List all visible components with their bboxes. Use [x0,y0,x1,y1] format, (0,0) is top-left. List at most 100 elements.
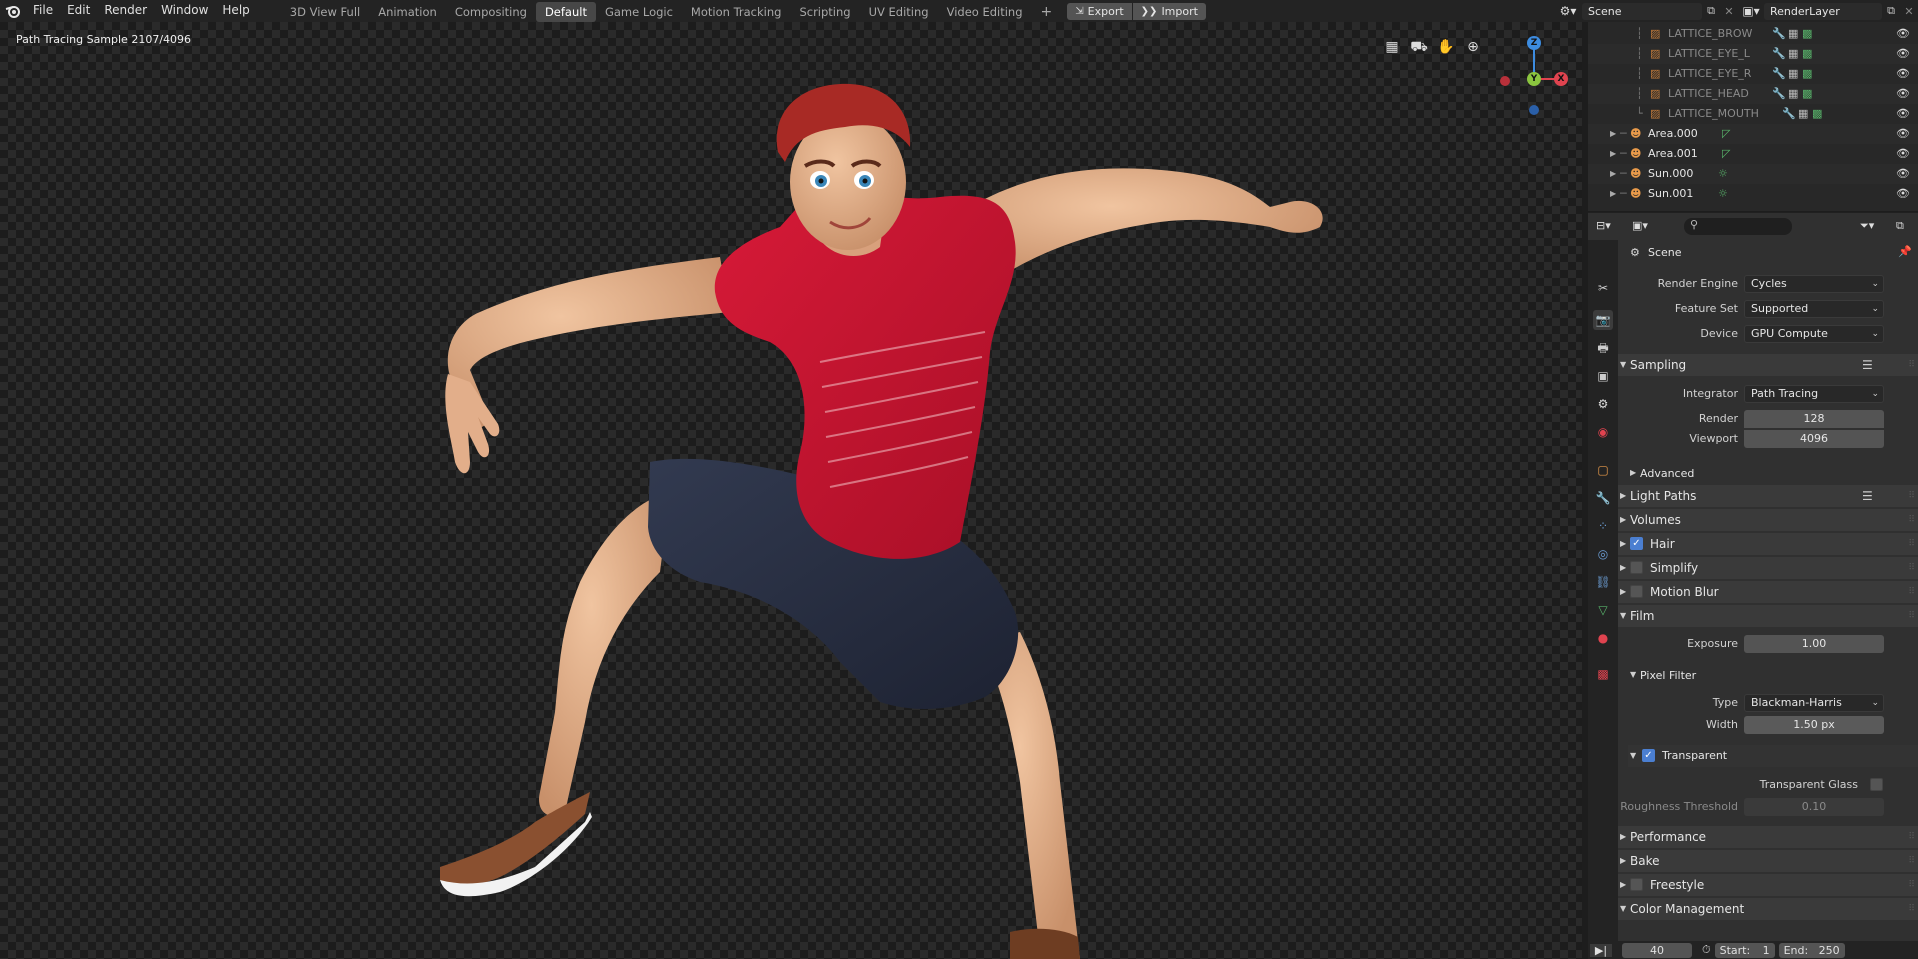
color-management-panel-header[interactable]: ▼ Color Management ⠿ [1618,898,1918,920]
outliner-row-sun-000[interactable]: ▶ ─ ☻ Sun.000 ☼ 👁 [1588,164,1918,184]
freestyle-panel-header[interactable]: ▶ Freestyle ⠿ [1618,874,1918,896]
editor-type-icon[interactable]: ⊟▾ [1596,219,1611,232]
drag-handle-icon[interactable]: ⠿ [1908,354,1915,376]
drag-handle-icon[interactable]: ⠿ [1908,557,1915,579]
play-end-icon[interactable]: ▶| [1590,943,1612,957]
hair-panel-header[interactable]: ▶ ✓ Hair ⠿ [1618,533,1918,555]
outliner-row-lattice-head[interactable]: ┆ ▨ LATTICE_HEAD 🔧 ▦ ▩ 👁 [1588,84,1918,104]
menu-help[interactable]: Help [215,0,256,22]
transparent-glass-checkbox[interactable] [1870,778,1883,791]
visibility-eye-icon[interactable]: 👁 [1896,104,1910,124]
outliner-row-sun-001[interactable]: ▶ ─ ☻ Sun.001 ☼ 👁 [1588,184,1918,204]
object-data-properties-icon[interactable]: ▽ [1593,600,1613,620]
blender-logo-icon[interactable] [0,0,26,22]
tab-video-editing[interactable]: Video Editing [938,2,1032,22]
pin-icon[interactable]: 📌 [1898,245,1912,258]
gizmo-y-axis[interactable]: Y [1527,72,1541,86]
particles-properties-icon[interactable]: ⁘ [1593,516,1613,536]
modifier-wrench-icon[interactable]: 🔧 [1772,64,1786,84]
drag-handle-icon[interactable]: ⠿ [1908,850,1915,872]
light-paths-panel-header[interactable]: ▶ Light Paths ☰ ⠿ [1618,485,1918,507]
feature-set-dropdown[interactable]: Supported ⌄ [1744,300,1884,318]
tab-game-logic[interactable]: Game Logic [596,2,682,22]
outliner-row-area-000[interactable]: ▶ ─ ☻ Area.000 ◸ 👁 [1588,124,1918,144]
render-properties-icon[interactable]: 📷 [1593,310,1613,330]
advanced-subpanel-header[interactable]: ▶ Advanced [1628,462,1918,484]
3d-viewport[interactable]: Path Tracing Sample 2107/4096 ▦ ⛟ ✋ ⊕ Z … [0,22,1582,959]
texture-properties-icon[interactable]: ▩ [1593,664,1613,684]
drag-handle-icon[interactable]: ⠿ [1908,509,1915,531]
constraint-properties-icon[interactable]: ⛓ [1593,572,1613,592]
viewport-samples-field[interactable]: 4096 [1744,430,1884,448]
gizmo-neg-z-axis[interactable] [1529,105,1539,115]
physics-properties-icon[interactable]: ◎ [1593,544,1613,564]
modifier-wrench-icon[interactable]: 🔧 [1772,24,1786,44]
filter-icon[interactable]: ⏷▾ [1860,219,1874,233]
view-layer-properties-icon[interactable]: ▣ [1593,366,1613,386]
tab-scripting[interactable]: Scripting [790,2,859,22]
drag-handle-icon[interactable]: ⠿ [1908,605,1915,627]
scene-name-field[interactable]: Scene [1582,2,1702,20]
toggle-view-grid-icon[interactable]: ▦ [1382,37,1402,57]
presets-list-icon[interactable]: ☰ [1862,485,1873,507]
transparent-subpanel-header[interactable]: ▼ ✓ Transparent [1628,745,1918,767]
new-scene-icon[interactable]: ⧉ [1702,4,1720,18]
material-properties-icon[interactable]: ● [1593,628,1613,648]
delete-view-layer-icon[interactable]: ✕ [1900,5,1918,18]
current-frame-field[interactable]: 40 [1622,942,1692,958]
expand-arrow-icon[interactable]: ▶ [1610,184,1616,204]
zoom-view-icon[interactable]: ⊕ [1463,37,1483,57]
drag-handle-icon[interactable]: ⠿ [1908,826,1915,848]
scene-properties-icon[interactable]: ⚙ [1593,394,1613,414]
pan-view-hand-icon[interactable]: ✋ [1436,37,1456,57]
bake-panel-header[interactable]: ▶ Bake ⠿ [1618,850,1918,872]
drag-handle-icon[interactable]: ⠿ [1908,581,1915,603]
simplify-panel-header[interactable]: ▶ Simplify ⠿ [1618,557,1918,579]
modifier-wrench-icon[interactable]: 🔧 [1772,44,1786,64]
freestyle-checkbox[interactable] [1630,878,1643,891]
visibility-eye-icon[interactable]: 👁 [1896,144,1910,164]
drag-handle-icon[interactable]: ⠿ [1908,898,1915,920]
render-samples-field[interactable]: 128 [1744,410,1884,428]
exposure-field[interactable]: 1.00 [1744,635,1884,653]
visibility-eye-icon[interactable]: 👁 [1896,64,1910,84]
frame-end-field[interactable]: End: 250 [1778,942,1845,958]
render-engine-dropdown[interactable]: Cycles ⌄ [1744,275,1884,293]
menu-file[interactable]: File [26,0,60,22]
outliner-row-area-001[interactable]: ▶ ─ ☻ Area.001 ◸ 👁 [1588,144,1918,164]
expand-arrow-icon[interactable]: ▶ [1610,144,1616,164]
device-dropdown[interactable]: GPU Compute ⌄ [1744,325,1884,343]
outliner-row-lattice-brow[interactable]: ┆ ▨ LATTICE_BROW 🔧 ▦ ▩ 👁 [1588,24,1918,44]
menu-render[interactable]: Render [97,0,154,22]
world-properties-icon[interactable]: ◉ [1593,422,1613,442]
stopwatch-icon[interactable]: ⏱ [1702,943,1711,957]
menu-edit[interactable]: Edit [60,0,97,22]
gizmo-x-axis[interactable]: X [1554,72,1568,86]
outliner-row-lattice-eye-l[interactable]: ┆ ▨ LATTICE_EYE_L 🔧 ▦ ▩ 👁 [1588,44,1918,64]
modifier-wrench-icon[interactable]: 🔧 [1772,84,1786,104]
tab-animation[interactable]: Animation [369,2,446,22]
transparent-checkbox[interactable]: ✓ [1642,749,1655,762]
export-button[interactable]: ⇲ Export [1067,2,1132,20]
performance-panel-header[interactable]: ▶ Performance ⠿ [1618,826,1918,848]
frame-start-field[interactable]: Start: 1 [1714,942,1775,958]
motion-blur-checkbox[interactable] [1630,585,1643,598]
motion-blur-panel-header[interactable]: ▶ Motion Blur ⠿ [1618,581,1918,603]
sampling-panel-header[interactable]: ▼ Sampling ☰ ⠿ [1618,354,1918,376]
output-properties-icon[interactable]: 🖶 [1593,338,1613,358]
film-panel-header[interactable]: ▼ Film ⠿ [1618,605,1918,627]
view-layer-field[interactable]: RenderLayer [1764,2,1882,20]
import-button[interactable]: ❯❯ Import [1132,2,1206,20]
drag-handle-icon[interactable]: ⠿ [1908,533,1915,555]
tab-compositing[interactable]: Compositing [446,2,536,22]
gizmo-neg-x-axis[interactable] [1500,76,1510,86]
tab-3d-view-full[interactable]: 3D View Full [281,2,369,22]
modifier-properties-icon[interactable]: 🔧 [1593,488,1613,508]
visibility-eye-icon[interactable]: 👁 [1896,24,1910,44]
tab-uv-editing[interactable]: UV Editing [860,2,938,22]
display-mode-icon[interactable]: ▣▾ [1632,219,1648,232]
view-layer-icon[interactable]: ▣▾ [1738,4,1764,18]
add-workspace-button[interactable]: + [1032,2,1062,22]
outliner-row-lattice-mouth[interactable]: └ ▨ LATTICE_MOUTH 🔧 ▦ ▩ 👁 [1588,104,1918,124]
visibility-eye-icon[interactable]: 👁 [1896,44,1910,64]
